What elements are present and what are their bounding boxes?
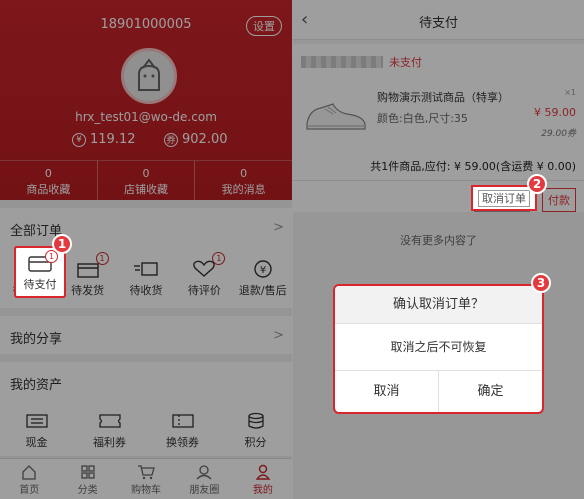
dialog-title: 确认取消订单？ <box>335 286 542 324</box>
step-marker-3: 3 <box>531 273 551 293</box>
dialog-buttons: 取消 确定 <box>335 370 542 412</box>
cancel-order-button-highlight[interactable]: 取消订单 <box>471 185 537 211</box>
order-label: 待支付 <box>23 278 57 291</box>
step-marker-1: 1 <box>52 234 72 254</box>
dialog-cancel-button[interactable]: 取消 <box>335 371 438 412</box>
pending-payment-highlight[interactable]: 1 待支付 <box>14 246 66 298</box>
cancel-order-label: 取消订单 <box>478 190 530 207</box>
dim-overlay <box>0 0 584 499</box>
confirm-cancel-dialog: 确认取消订单？ 取消之后不可恢复 取消 确定 <box>333 284 544 414</box>
step-marker-2: 2 <box>527 174 547 194</box>
dialog-confirm-button[interactable]: 确定 <box>438 371 542 412</box>
dialog-message: 取消之后不可恢复 <box>390 340 487 354</box>
